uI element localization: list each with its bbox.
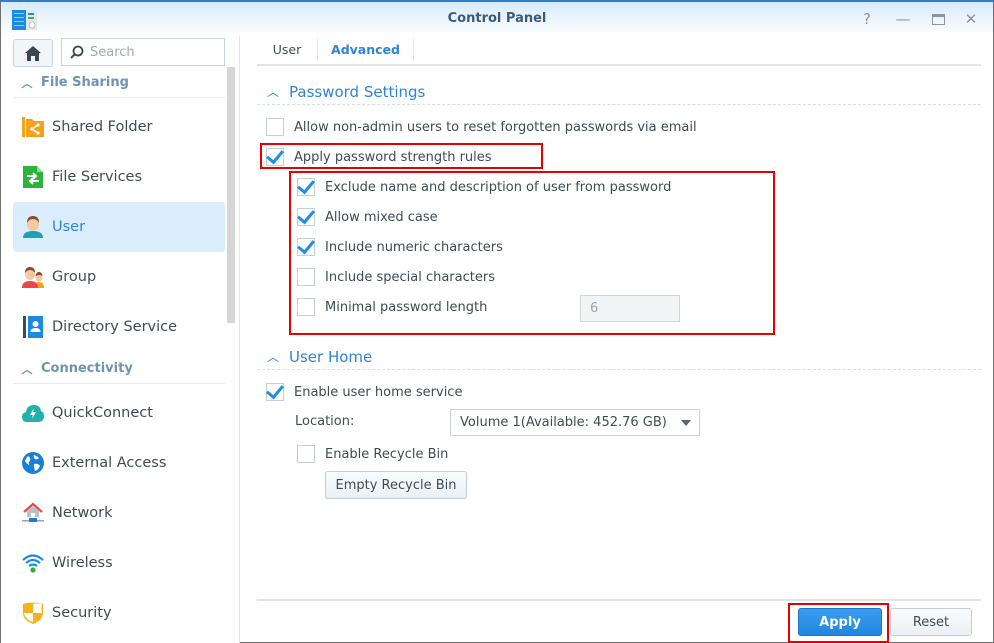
maximize-icon — [931, 14, 945, 25]
checkbox-label: Allow non-admin users to reset forgotten… — [294, 119, 697, 135]
sidebar-item-label: QuickConnect — [52, 405, 153, 421]
sidebar-item-label: External Access — [52, 455, 167, 471]
sidebar-item-label: Directory Service — [52, 319, 178, 335]
sidebar-item-quickconnect[interactable]: QuickConnect — [13, 388, 225, 438]
empty-recycle-bin-button[interactable]: Empty Recycle Bin — [325, 471, 467, 499]
wifi-icon — [22, 552, 44, 574]
chevron-up-icon: ︿ — [21, 362, 33, 376]
tab-advanced[interactable]: Advanced — [318, 36, 413, 64]
sidebar-item-wireless[interactable]: Wireless — [13, 538, 225, 588]
rule-exclude-name-checkbox[interactable]: Exclude name and description of user fro… — [297, 176, 671, 198]
sidebar-divider — [239, 36, 240, 643]
control-panel-window: Control Panel ? — ✕ ︿ File Sharing — [0, 0, 994, 643]
checkbox-label: Enable Recycle Bin — [325, 446, 449, 462]
minimize-button[interactable]: — — [894, 10, 912, 28]
sidebar-item-label: User — [52, 219, 86, 235]
location-select-value: Volume 1(Available: 452.76 GB) — [460, 415, 667, 430]
section-label: File Sharing — [41, 75, 129, 90]
rule-numeric-checkbox[interactable]: Include numeric characters — [297, 236, 503, 258]
search-box[interactable] — [61, 38, 225, 66]
checkbox-box[interactable] — [297, 208, 315, 226]
shared-folder-icon — [22, 116, 44, 138]
rule-mixed-case-checkbox[interactable]: Allow mixed case — [297, 206, 438, 228]
section-title-label: Password Settings — [289, 82, 426, 101]
file-services-icon — [22, 166, 44, 188]
user-home-header[interactable]: ︿ User Home — [257, 344, 981, 370]
sidebar-item-user[interactable]: User — [13, 202, 225, 252]
sidebar-item-external-access[interactable]: External Access — [13, 438, 225, 488]
user-icon — [22, 216, 44, 238]
sidebar-item-label: Group — [52, 269, 97, 285]
search-input[interactable] — [90, 44, 210, 60]
password-settings-header[interactable]: ︿ Password Settings — [257, 79, 981, 105]
section-label: Connectivity — [41, 361, 133, 376]
checkbox-label: Include numeric characters — [325, 239, 503, 255]
checkbox-box[interactable] — [266, 383, 284, 401]
footer-divider — [257, 599, 981, 601]
window-title: Control Panel — [447, 11, 547, 26]
group-icon — [22, 266, 44, 288]
sidebar-item-shared-folder[interactable]: Shared Folder — [13, 102, 225, 152]
tab-bar: User Advanced — [257, 36, 981, 66]
checkbox-box[interactable] — [266, 118, 284, 136]
checkbox-box[interactable] — [297, 268, 315, 286]
section-connectivity[interactable]: ︿ Connectivity — [13, 354, 225, 384]
sidebar: ︿ File Sharing Shared Folder File Servic… — [1, 36, 239, 643]
sidebar-item-label: Network — [52, 505, 113, 521]
reset-button[interactable]: Reset — [890, 608, 972, 636]
checkbox-box[interactable] — [297, 445, 315, 463]
home-icon — [25, 45, 41, 61]
title-bar: Control Panel ? — ✕ — [1, 2, 993, 36]
tab-divider — [413, 39, 414, 61]
enable-recycle-bin-checkbox[interactable]: Enable Recycle Bin — [297, 443, 448, 465]
sidebar-item-network[interactable]: Network — [13, 488, 225, 538]
sidebar-item-file-services[interactable]: File Services — [13, 152, 225, 202]
enable-user-home-checkbox[interactable]: Enable user home service — [266, 381, 462, 403]
checkbox-label: Minimal password length — [325, 299, 488, 315]
rule-min-length-checkbox[interactable]: Minimal password length — [297, 296, 487, 318]
checkbox-box[interactable] — [297, 298, 315, 316]
checkbox-box[interactable] — [297, 178, 315, 196]
allow-reset-password-checkbox[interactable]: Allow non-admin users to reset forgotten… — [266, 116, 697, 138]
dropdown-caret-icon — [681, 420, 691, 426]
checkbox-box[interactable] — [297, 238, 315, 256]
main-panel: User Advanced ︿ Password Settings Allow … — [257, 36, 981, 643]
rule-special-chars-checkbox[interactable]: Include special characters — [297, 266, 495, 288]
checkbox-box[interactable] — [266, 148, 284, 166]
sidebar-item-group[interactable]: Group — [13, 252, 225, 302]
chevron-up-icon: ︿ — [266, 350, 279, 364]
sidebar-item-label: File Services — [52, 169, 143, 185]
sidebar-item-directory-service[interactable]: Directory Service — [13, 302, 225, 352]
close-button[interactable]: ✕ — [962, 10, 980, 28]
quickconnect-icon — [22, 402, 44, 424]
sidebar-scrollbar[interactable] — [227, 67, 235, 323]
checkbox-label: Apply password strength rules — [294, 149, 492, 165]
directory-service-icon — [22, 316, 44, 338]
globe-icon — [22, 452, 44, 474]
home-button[interactable] — [13, 39, 53, 67]
sidebar-item-label: Wireless — [52, 555, 113, 571]
chevron-up-icon: ︿ — [21, 76, 33, 90]
location-select[interactable]: Volume 1(Available: 452.76 GB) — [450, 409, 700, 436]
section-title-label: User Home — [289, 347, 373, 366]
apply-button[interactable]: Apply — [798, 608, 882, 636]
chevron-up-icon: ︿ — [266, 85, 279, 99]
tab-user[interactable]: User — [257, 36, 317, 64]
shield-icon — [22, 602, 44, 624]
search-icon — [70, 45, 84, 59]
help-button[interactable]: ? — [858, 10, 876, 28]
checkbox-label: Include special characters — [325, 269, 495, 285]
apply-password-rules-checkbox[interactable]: Apply password strength rules — [266, 146, 492, 168]
sidebar-item-label: Shared Folder — [52, 119, 153, 135]
checkbox-label: Exclude name and description of user fro… — [325, 179, 672, 195]
min-length-input[interactable]: 6 — [580, 295, 680, 322]
sidebar-item-label: Security — [52, 605, 112, 621]
checkbox-label: Allow mixed case — [325, 209, 438, 225]
section-file-sharing[interactable]: ︿ File Sharing — [13, 68, 225, 98]
location-label: Location: — [295, 414, 355, 429]
checkbox-label: Enable user home service — [294, 384, 463, 400]
maximize-button[interactable] — [929, 10, 947, 28]
network-icon — [22, 502, 44, 524]
sidebar-item-security[interactable]: Security — [13, 588, 225, 638]
